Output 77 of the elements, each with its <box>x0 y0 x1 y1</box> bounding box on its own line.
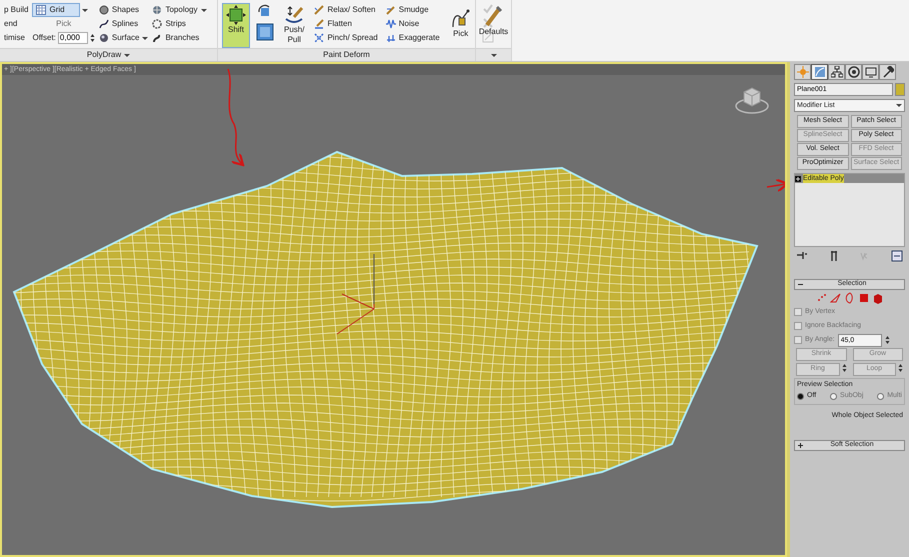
shift-button[interactable]: Shift <box>222 3 250 48</box>
tool-button[interactable]: Smudge <box>386 3 440 17</box>
color-swatch[interactable] <box>895 83 905 96</box>
pick-button[interactable]: Pick <box>446 7 476 48</box>
hammer-icon <box>882 66 894 78</box>
tool-button[interactable]: Pinch/ Spread <box>314 31 378 45</box>
brush-icon <box>386 5 396 15</box>
monitor-icon <box>864 66 876 78</box>
arrows-icon <box>386 33 396 43</box>
grid-icon <box>36 5 46 15</box>
sphere-icon <box>98 5 109 15</box>
tool-button[interactable]: Splines <box>98 17 148 31</box>
border-icon[interactable] <box>844 292 856 304</box>
mesh-surface-drawing[interactable] <box>12 150 758 508</box>
defaults-button[interactable]: Defaults <box>478 3 510 48</box>
offset-field[interactable]: 0,000 <box>58 32 88 44</box>
sphere-icon <box>98 33 109 43</box>
group-title: PolyDraw <box>86 49 122 61</box>
polygon-icon[interactable] <box>858 292 870 304</box>
square-icon[interactable] <box>256 23 274 41</box>
spinner-icon[interactable] <box>842 363 846 373</box>
offset-label: Offset: <box>32 32 56 44</box>
tool-button[interactable]: Branches <box>152 31 206 45</box>
annotation-arrow <box>766 178 785 193</box>
caret-icon <box>124 54 130 56</box>
vertex-icon[interactable] <box>816 292 828 304</box>
panel-tab[interactable] <box>811 64 828 80</box>
element-icon[interactable] <box>872 292 884 304</box>
view-cube-icon[interactable] <box>735 87 769 114</box>
panel-tab[interactable] <box>862 64 879 80</box>
tool-button[interactable]: Noise <box>386 17 440 31</box>
caret-icon <box>82 8 88 12</box>
ribbon-label: p Build <box>4 4 28 16</box>
cross-arrows-icon <box>314 33 324 43</box>
caret-icon <box>142 36 148 40</box>
caret-icon <box>896 104 902 107</box>
tool-dropdown[interactable]: Surface <box>98 31 148 45</box>
curve-icon <box>98 19 109 29</box>
caret-icon <box>200 8 206 12</box>
tool-button[interactable]: Shapes <box>98 3 148 17</box>
pin-icon[interactable] <box>796 250 808 262</box>
ribbon-label: end <box>4 18 18 30</box>
radio-button[interactable] <box>797 393 804 400</box>
tool-button[interactable]: Exaggerate <box>386 31 440 45</box>
brush-icon <box>284 5 304 25</box>
globe-icon <box>152 5 162 15</box>
tool-button[interactable]: Flatten <box>314 17 378 31</box>
checkmark-icon[interactable] <box>482 3 494 15</box>
ribbon-label: timise <box>4 32 26 44</box>
move-icon <box>226 5 246 25</box>
tool-button[interactable]: Strips <box>152 17 206 31</box>
spinner-icon[interactable] <box>884 335 890 345</box>
tool-dropdown[interactable]: Topology <box>152 3 206 17</box>
curve-icon <box>814 66 826 78</box>
ring-icon <box>152 19 162 29</box>
config-icon[interactable] <box>890 250 903 262</box>
brush-icon <box>314 5 324 15</box>
minus-icon <box>798 284 803 285</box>
grid-dropdown[interactable]: Grid <box>32 3 80 17</box>
brush-icon <box>483 5 504 27</box>
panel-tab[interactable] <box>879 64 896 80</box>
pick-icon <box>450 9 472 29</box>
spinner-icon[interactable] <box>898 363 903 373</box>
circle-icon <box>848 66 860 78</box>
caret-icon <box>490 54 496 56</box>
panel-tab[interactable] <box>845 64 862 80</box>
hierarchy-icon <box>830 66 842 78</box>
panel-tab[interactable] <box>828 64 845 80</box>
brush-icon <box>314 19 324 29</box>
group-title: Paint Deform <box>323 49 370 61</box>
wave-icon <box>386 19 396 29</box>
edge-icon[interactable] <box>830 292 842 304</box>
expand-icon[interactable] <box>795 176 801 182</box>
hook-icon <box>152 33 162 43</box>
push-pull-button[interactable]: Push/ Pull <box>280 3 308 48</box>
tool-button[interactable]: Relax/ Soften <box>314 3 378 17</box>
sun-icon <box>796 66 808 78</box>
